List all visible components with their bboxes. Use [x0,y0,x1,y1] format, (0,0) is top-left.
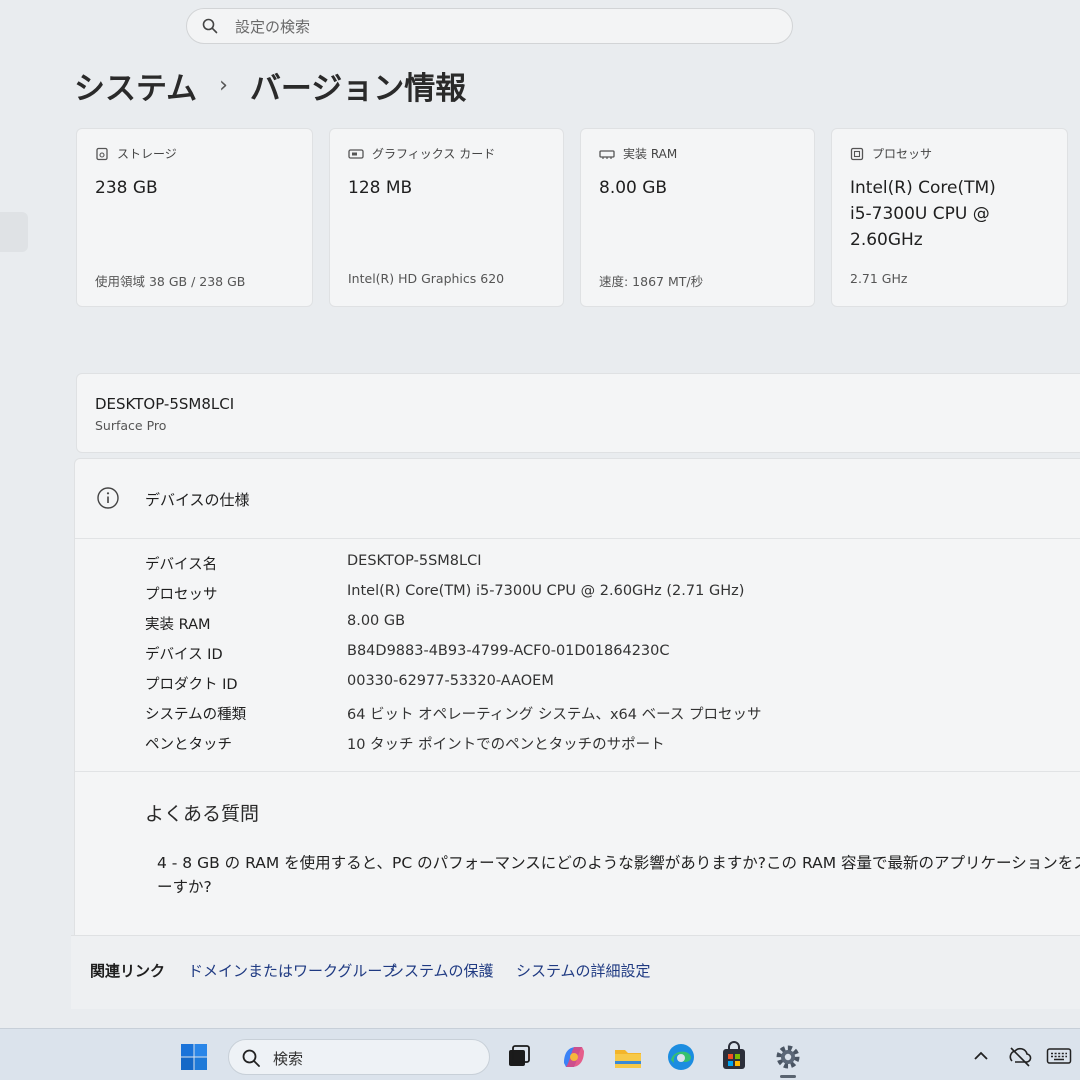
card-subtext: Intel(R) HD Graphics 620 [348,271,505,286]
spec-key: デバイス ID [145,647,223,663]
card-subtext: 速度: 1867 MT/秒 [599,274,704,289]
spec-key: システムの種類 [145,707,247,723]
taskbar-search[interactable]: 検索 [228,1039,490,1075]
spec-key: デバイス名 [145,557,218,573]
spec-key: プロセッサ [145,587,218,603]
spec-value: DESKTOP-5SM8LCI [347,553,482,569]
graphics-card-icon [348,148,364,159]
card-subtext: 2.71 GHz [850,271,908,286]
spec-key: 実装 RAM [145,617,211,633]
taskbar: 検索 [0,1028,1080,1080]
spec-key: プロダクト ID [145,677,238,693]
graphics-card[interactable]: グラフィックス カード 128 MB Intel(R) HD Graphics … [329,128,564,307]
device-specs-header[interactable]: デバイスの仕様 [75,459,1080,539]
card-value: 8.00 GB [599,178,668,198]
related-links-bar: 関連リンク ドメインまたはワークグループ システムの保護 システムの詳細設定 [71,935,1080,1009]
active-app-indicator [780,1075,796,1078]
breadcrumb-separator: › [219,72,228,98]
card-value: 128 MB [348,178,413,198]
divider [75,771,1080,772]
card-subtext: 使用領域 38 GB / 238 GB [95,274,246,289]
task-view-icon[interactable] [503,1041,535,1073]
card-value: 238 GB [95,178,158,198]
settings-search[interactable] [186,8,793,44]
storage-icon [96,147,108,160]
faq-question-link[interactable]: 4 - 8 GB の RAM を使用すると、PC のパフォーマンスにどのような影… [157,851,1080,899]
advanced-system-settings-link[interactable]: システムの詳細設定 [516,960,651,981]
page-title: バージョン情報 [249,70,467,107]
settings-icon[interactable] [772,1041,804,1073]
search-icon [242,1049,260,1067]
spec-value: 64 ビット オペレーティング システム、x64 ベース プロセッサ [347,707,762,723]
file-explorer-icon[interactable] [612,1041,644,1073]
device-name-panel: DESKTOP-5SM8LCI Surface Pro [76,373,1080,453]
faq-title: よくある質問 [145,803,260,825]
breadcrumb: システム › バージョン情報 [74,60,466,110]
card-title: グラフィックス カード [372,147,496,161]
taskbar-search-label: 検索 [273,1050,304,1068]
search-icon [202,18,218,34]
device-name: DESKTOP-5SM8LCI [95,395,235,413]
spec-value: B84D9883-4B93-4799-ACF0-01D01864230C [347,643,670,659]
spec-value: Intel(R) Core(TM) i5-7300U CPU @ 2.60GHz… [347,583,745,599]
domain-workgroup-link[interactable]: ドメインまたはワークグループ [188,960,397,981]
info-icon [97,487,119,509]
card-value: Intel(R) Core(TM) i5-7300U CPU @ 2.60GHz [850,178,996,250]
device-specs-title: デバイスの仕様 [145,491,250,509]
start-icon[interactable] [178,1041,210,1073]
store-icon[interactable] [718,1041,750,1073]
spec-key: ペンとタッチ [145,737,232,753]
copilot-icon[interactable] [558,1041,590,1073]
spec-value: 10 タッチ ポイントでのペンとタッチのサポート [347,737,665,753]
keyboard-icon[interactable] [1046,1046,1072,1066]
card-title: 実装 RAM [623,147,678,161]
card-title: ストレージ [117,147,177,161]
device-specs-panel: デバイスの仕様 デバイス名 DESKTOP-5SM8LCI プロセッサ Inte… [71,458,1080,1009]
storage-card[interactable]: ストレージ 238 GB 使用領域 38 GB / 238 GB [76,128,313,307]
network-offline-icon[interactable] [1008,1045,1032,1069]
system-protection-link[interactable]: システムの保護 [389,960,494,981]
processor-icon [850,147,864,160]
card-title: プロセッサ [872,147,933,161]
device-model: Surface Pro [95,418,167,433]
ram-icon [599,149,615,159]
breadcrumb-parent[interactable]: システム [74,63,197,108]
edge-icon[interactable] [665,1041,697,1073]
processor-card[interactable]: プロセッサ Intel(R) Core(TM) i5-7300U CPU @ 2… [831,128,1068,307]
related-links-label: 関連リンク [90,962,166,980]
nav-pane-stub[interactable] [0,212,28,252]
search-input[interactable] [233,15,777,39]
chevron-up-icon[interactable] [970,1045,992,1067]
ram-card[interactable]: 実装 RAM 8.00 GB 速度: 1867 MT/秒 [580,128,815,307]
spec-value: 00330-62977-53320-AAOEM [347,673,554,689]
spec-value: 8.00 GB [347,613,406,629]
